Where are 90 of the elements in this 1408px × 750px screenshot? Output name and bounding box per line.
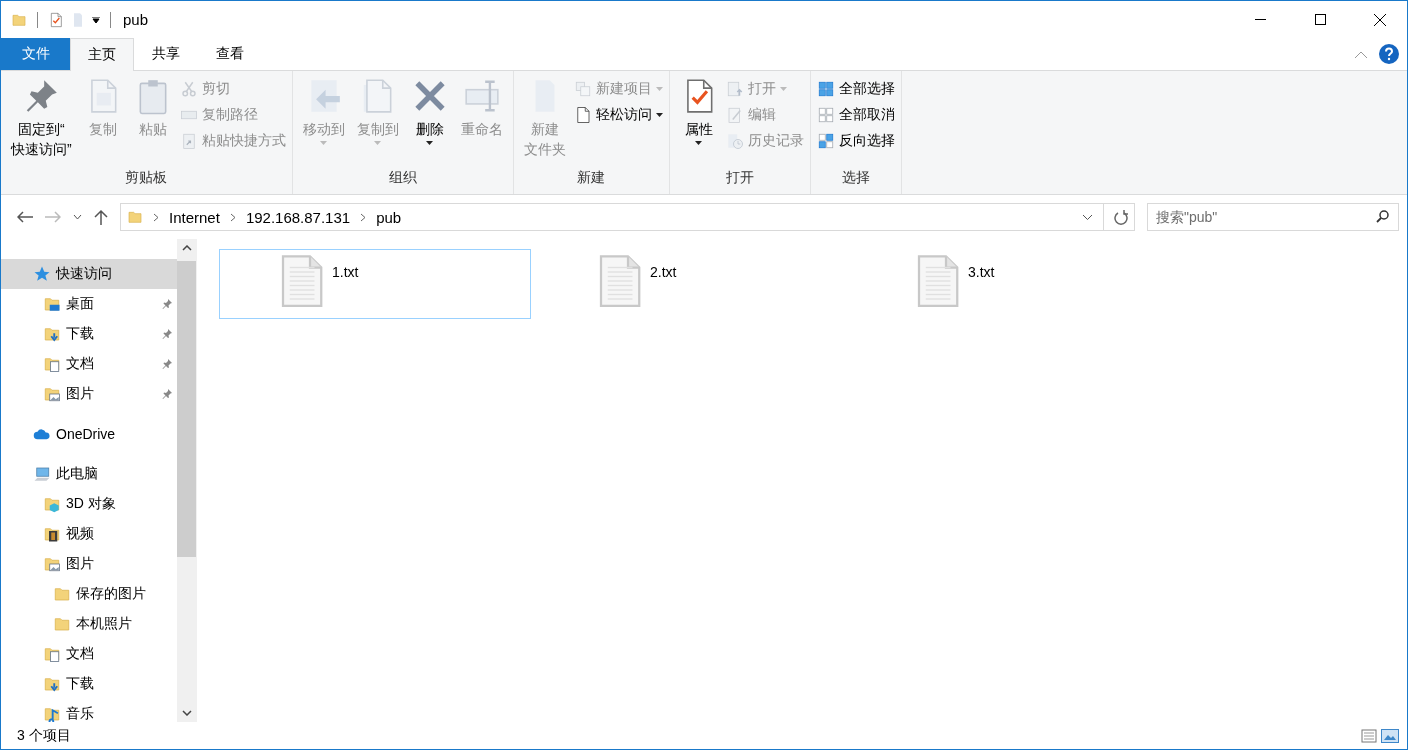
videos-folder-icon: [43, 525, 61, 543]
navigation-item[interactable]: 下载: [1, 669, 177, 699]
caret-icon: [426, 141, 434, 145]
up-icon[interactable]: [94, 209, 108, 225]
computer-icon: [33, 465, 51, 483]
caret-icon: [320, 141, 328, 145]
ribbon-tab[interactable]: 主页: [70, 38, 134, 71]
navigation-item[interactable]: 图片: [1, 549, 177, 579]
dropdown-caret-icon[interactable]: [1082, 213, 1093, 221]
ribbon-group-label: 新建: [576, 168, 607, 187]
ribbon-button[interactable]: 轻松访问: [573, 103, 663, 127]
navigation-item[interactable]: OneDrive: [1, 419, 177, 449]
breadcrumb-item[interactable]: 192.168.87.131: [245, 208, 351, 226]
file-item[interactable]: 3.txt: [855, 249, 1167, 319]
navigation-item[interactable]: 视频: [1, 519, 177, 549]
breadcrumb-item[interactable]: pub: [376, 208, 402, 226]
chevron-icon[interactable]: [153, 212, 159, 222]
ribbon-group-label: 组织: [387, 168, 418, 187]
ribbon-button[interactable]: 删除: [406, 75, 453, 166]
navigation-item[interactable]: 此电脑: [1, 459, 177, 489]
customize-caret-icon[interactable]: [92, 16, 100, 23]
chevron-icon[interactable]: [229, 212, 236, 222]
folder-icon: [53, 585, 71, 603]
minimize-icon: [1254, 19, 1266, 20]
ribbon-button[interactable]: 全部取消: [816, 103, 895, 127]
documents-folder-icon: [43, 355, 61, 373]
chevron-icon[interactable]: [360, 212, 367, 222]
window-title: pub: [123, 11, 149, 28]
grid-icon: [816, 132, 835, 150]
documents-folder-icon: [43, 645, 61, 663]
navigation-item[interactable]: 文档: [1, 639, 177, 669]
scroll-up-icon[interactable]: [181, 245, 192, 251]
navigation-item[interactable]: 下载: [1, 319, 177, 349]
caret-icon: [655, 87, 663, 91]
file-item[interactable]: 1.txt: [219, 249, 531, 319]
close-icon: [1374, 13, 1386, 26]
navigation-item[interactable]: 图片: [1, 379, 177, 409]
large-icons-view-icon[interactable]: [1381, 728, 1399, 743]
downloads-folder-icon: [43, 325, 61, 343]
ribbon-tab[interactable]: 共享: [134, 38, 198, 70]
ribbon-button[interactable]: 属性: [675, 75, 722, 166]
scissors-icon: [179, 80, 198, 98]
navigation-item[interactable]: 音乐: [1, 699, 177, 722]
recent-locations-caret-icon[interactable]: [73, 214, 82, 220]
navigation-item[interactable]: 文档: [1, 349, 177, 379]
scroll-down-icon[interactable]: [181, 710, 192, 716]
navigation-item[interactable]: 快速访问: [1, 259, 177, 289]
navigation-item[interactable]: 保存的图片: [1, 579, 177, 609]
3d-objects-folder-icon: [43, 495, 61, 513]
file-item[interactable]: 2.txt: [537, 249, 849, 319]
grid-icon: [816, 80, 835, 98]
ribbon-group-label: 打开: [724, 168, 755, 187]
search-field[interactable]: 搜索"pub": [1147, 203, 1399, 231]
folder-icon: [127, 209, 143, 225]
downloads-folder-icon: [43, 675, 61, 693]
open-document-icon: [725, 80, 744, 98]
pictures-folder-icon: [43, 385, 61, 403]
grid-icon: [816, 106, 835, 124]
maximize-icon: [1314, 14, 1326, 25]
checkmark-document-icon: [48, 11, 64, 28]
ribbon-button[interactable]: 固定到“ 快速访问”: [7, 75, 76, 166]
status-text: 3 个项目: [17, 726, 71, 745]
file-menu-tab[interactable]: 文件: [1, 38, 70, 70]
ribbon-button[interactable]: 反向选择: [816, 129, 895, 153]
caret-icon: [779, 87, 787, 91]
caret-icon: [655, 113, 663, 117]
back-icon[interactable]: [17, 211, 33, 223]
desktop-folder-icon: [43, 295, 61, 313]
scrollbar-thumb[interactable]: [177, 261, 196, 557]
navigation-item[interactable]: 桌面: [1, 289, 177, 319]
caret-icon: [374, 141, 382, 145]
ribbon-group-label: 剪贴板: [124, 168, 169, 187]
ribbon-tab[interactable]: 查看: [198, 38, 262, 70]
breadcrumb-item[interactable]: Internet: [169, 208, 220, 226]
ribbon-button[interactable]: 全部选择: [816, 77, 895, 101]
star-icon: [33, 265, 51, 283]
navigation-item[interactable]: 3D 对象: [1, 489, 177, 519]
history-icon: [725, 132, 744, 150]
refresh-icon[interactable]: [1114, 209, 1128, 225]
search-icon: [1376, 210, 1389, 223]
music-folder-icon: [43, 705, 61, 722]
folder-icon: [53, 615, 71, 633]
navigation-item[interactable]: 本机照片: [1, 609, 177, 639]
collapse-ribbon-icon[interactable]: [1355, 50, 1367, 58]
help-icon[interactable]: [1379, 44, 1399, 64]
caret-icon: [695, 141, 703, 145]
address-bar[interactable]: Internet 192.168.87.131 pub: [120, 203, 1135, 231]
ribbon-group-label: 选择: [840, 168, 871, 187]
pictures-folder-icon: [43, 555, 61, 573]
new-item-icon: [573, 80, 592, 98]
